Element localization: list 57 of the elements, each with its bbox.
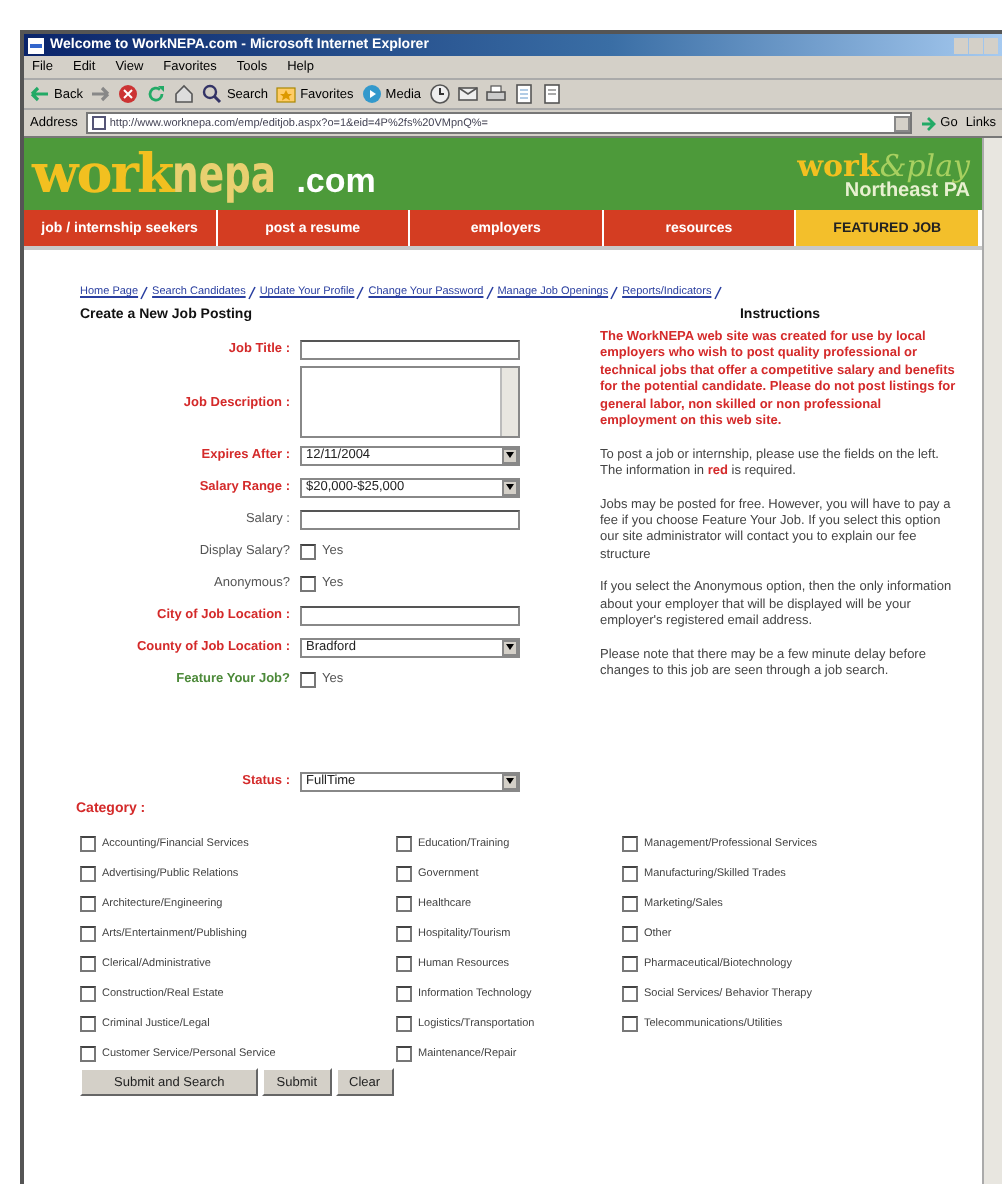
checkbox[interactable] — [396, 925, 412, 941]
search-icon — [202, 84, 223, 104]
checkbox[interactable] — [396, 955, 412, 971]
site-logo[interactable]: worknepa .com — [32, 143, 376, 205]
slash-separator-icon — [356, 286, 365, 300]
star-folder-icon — [276, 84, 297, 104]
stop-icon[interactable] — [118, 84, 139, 104]
text-field[interactable] — [300, 605, 520, 625]
text-field[interactable] — [300, 509, 520, 529]
history-icon[interactable] — [429, 84, 450, 104]
home-icon[interactable] — [174, 84, 195, 104]
document-icon[interactable] — [541, 84, 562, 104]
slash-separator-icon — [485, 286, 494, 300]
checkbox[interactable] — [622, 985, 638, 1001]
checkbox[interactable] — [80, 1045, 96, 1061]
slash-separator-icon — [713, 286, 722, 300]
checkbox[interactable] — [622, 955, 638, 971]
slash-separator-icon — [610, 286, 619, 300]
slash-separator-icon — [247, 286, 256, 300]
checkbox[interactable] — [80, 925, 96, 941]
mail-icon[interactable] — [457, 84, 478, 104]
checkbox[interactable] — [396, 895, 412, 911]
slash-separator-icon — [140, 286, 149, 300]
checkbox[interactable] — [396, 865, 412, 881]
caret-icon — [506, 644, 514, 650]
checkbox[interactable] — [622, 925, 638, 941]
checkbox[interactable] — [300, 671, 316, 687]
checkbox[interactable] — [80, 835, 96, 851]
go-arrow-icon — [920, 115, 937, 131]
checkbox[interactable] — [80, 955, 96, 971]
printer-icon[interactable] — [485, 84, 506, 104]
page-icon — [91, 116, 106, 130]
checkbox[interactable] — [622, 835, 638, 851]
checkbox[interactable] — [396, 835, 412, 851]
browser-icon[interactable] — [28, 37, 44, 53]
checkbox[interactable] — [622, 1015, 638, 1031]
checkbox[interactable] — [396, 1045, 412, 1061]
checkbox[interactable] — [80, 895, 96, 911]
text-field[interactable] — [300, 339, 520, 359]
checkbox[interactable] — [300, 575, 316, 591]
side-logo: work&play Northeast PA — [797, 147, 970, 201]
checkbox[interactable] — [396, 1015, 412, 1031]
page-icon[interactable] — [513, 84, 534, 104]
checkbox[interactable] — [80, 865, 96, 881]
text-area[interactable] — [300, 366, 520, 438]
checkbox[interactable] — [396, 985, 412, 1001]
media-icon — [361, 84, 382, 104]
back-arrow-icon — [30, 84, 50, 104]
scrollbar[interactable] — [982, 138, 1002, 1184]
caret-icon — [506, 778, 514, 784]
caret-icon — [506, 452, 514, 458]
checkbox[interactable] — [622, 865, 638, 881]
checkbox[interactable] — [300, 543, 316, 559]
checkbox[interactable] — [622, 895, 638, 911]
checkbox[interactable] — [80, 1015, 96, 1031]
caret-icon — [506, 484, 514, 490]
checkbox[interactable] — [80, 985, 96, 1001]
